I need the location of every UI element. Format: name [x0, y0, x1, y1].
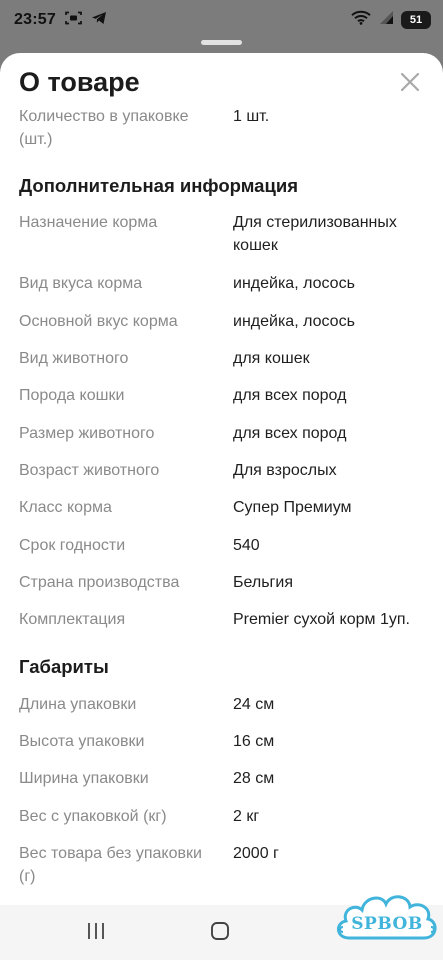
spec-value: Для взрослых	[233, 462, 337, 479]
spec-label: Вид вкуса корма	[19, 275, 143, 292]
spec-value: 2000 г	[233, 845, 279, 862]
spec-value: Premier сухой корм 1уп.	[233, 611, 410, 628]
product-details-sheet: О товаре Количество в упаковке (шт.) 1 ш…	[0, 53, 443, 905]
spec-value: для всех пород	[233, 425, 347, 442]
section-heading-additional-info: Дополнительная информация	[19, 175, 299, 196]
spec-value: 1 шт.	[233, 108, 270, 125]
spec-label: Вид животного	[19, 350, 129, 367]
spec-label: Длина упаковки	[19, 696, 137, 713]
spec-label: Высота упаковки	[19, 733, 145, 750]
screenshot-icon	[65, 11, 82, 30]
sheet-title: О товаре	[19, 67, 140, 97]
close-button[interactable]	[396, 70, 424, 98]
spec-value: Супер Премиум	[233, 499, 352, 516]
status-time: 23:57	[14, 11, 56, 28]
spec-value: для всех пород	[233, 387, 347, 404]
spec-label: Вес товара без упаковки (г)	[19, 845, 202, 885]
status-right: 51	[351, 10, 431, 30]
signal-icon	[378, 10, 394, 30]
watermark-text: SPBOB	[351, 914, 423, 934]
spec-value: 16 см	[233, 733, 275, 750]
close-icon	[400, 72, 420, 97]
telegram-icon	[91, 11, 107, 30]
section-heading-dimensions: Габариты	[19, 656, 109, 677]
spec-label: Основной вкус корма	[19, 313, 178, 330]
spec-value: 24 см	[233, 696, 275, 713]
spec-value: Для стерилизованных кошек	[233, 214, 397, 254]
spec-value: для кошек	[233, 350, 310, 367]
home-button[interactable]	[206, 919, 234, 947]
watermark-logo: SPBOB	[333, 888, 441, 950]
sheet-drag-handle[interactable]	[201, 40, 242, 45]
recent-apps-icon	[86, 922, 106, 945]
spec-label: Ширина упаковки	[19, 770, 149, 787]
spec-value: индейка, лосось	[233, 275, 355, 292]
spec-label: Комплектация	[19, 611, 126, 628]
spec-label: Назначение корма	[19, 214, 158, 231]
spec-label: Срок годности	[19, 537, 126, 554]
spec-value: индейка, лосось	[233, 313, 355, 330]
status-left: 23:57	[14, 11, 107, 30]
spec-label: Порода кошки	[19, 387, 125, 404]
spec-label: Класс корма	[19, 499, 112, 516]
spec-label: Возраст животного	[19, 462, 160, 479]
status-bar: 23:57 51	[0, 0, 443, 40]
recent-apps-button[interactable]	[82, 919, 110, 947]
wifi-icon	[351, 10, 371, 30]
spec-value: 28 см	[233, 770, 275, 787]
spec-value: 540	[233, 537, 260, 554]
spec-label: Вес с упаковкой (кг)	[19, 808, 167, 825]
spec-label: Количество в упаковке (шт.)	[19, 108, 189, 148]
battery-level: 51	[409, 14, 423, 26]
spec-value: 2 кг	[233, 808, 260, 825]
home-icon	[210, 921, 230, 946]
spec-label: Страна производства	[19, 574, 180, 591]
battery-icon: 51	[401, 11, 431, 29]
spec-value: Бельгия	[233, 574, 293, 591]
spec-label: Размер животного	[19, 425, 155, 442]
